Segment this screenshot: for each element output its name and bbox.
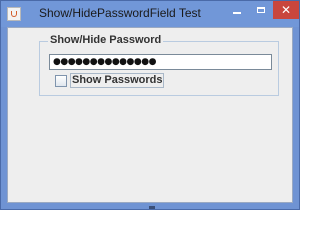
app-window: Show/HidePasswordField Test ✕ Show/Hide … (0, 0, 300, 210)
group-title: Show/Hide Password (48, 34, 164, 46)
maximize-button[interactable] (249, 1, 273, 19)
show-passwords-option[interactable]: Show Passwords (49, 73, 165, 88)
minimize-button[interactable] (225, 1, 249, 19)
resize-handle[interactable] (149, 206, 155, 209)
title-bar[interactable]: Show/HidePasswordField Test ✕ (1, 1, 299, 27)
show-passwords-label[interactable]: Show Passwords (70, 73, 165, 88)
close-button[interactable]: ✕ (273, 1, 299, 19)
password-field[interactable]: ●●●●●●●●●●●●●● (49, 54, 272, 70)
maximize-icon (257, 7, 265, 13)
window-title: Show/HidePasswordField Test (39, 6, 201, 20)
java-cup-icon[interactable] (7, 7, 21, 21)
show-passwords-checkbox[interactable] (55, 74, 67, 87)
close-icon: ✕ (280, 3, 292, 17)
minimize-icon (233, 12, 241, 14)
content-pane: Show/Hide Password ●●●●●●●●●●●●●● Show P… (7, 27, 293, 203)
show-hide-password-group: Show/Hide Password ●●●●●●●●●●●●●● Show P… (39, 34, 279, 96)
